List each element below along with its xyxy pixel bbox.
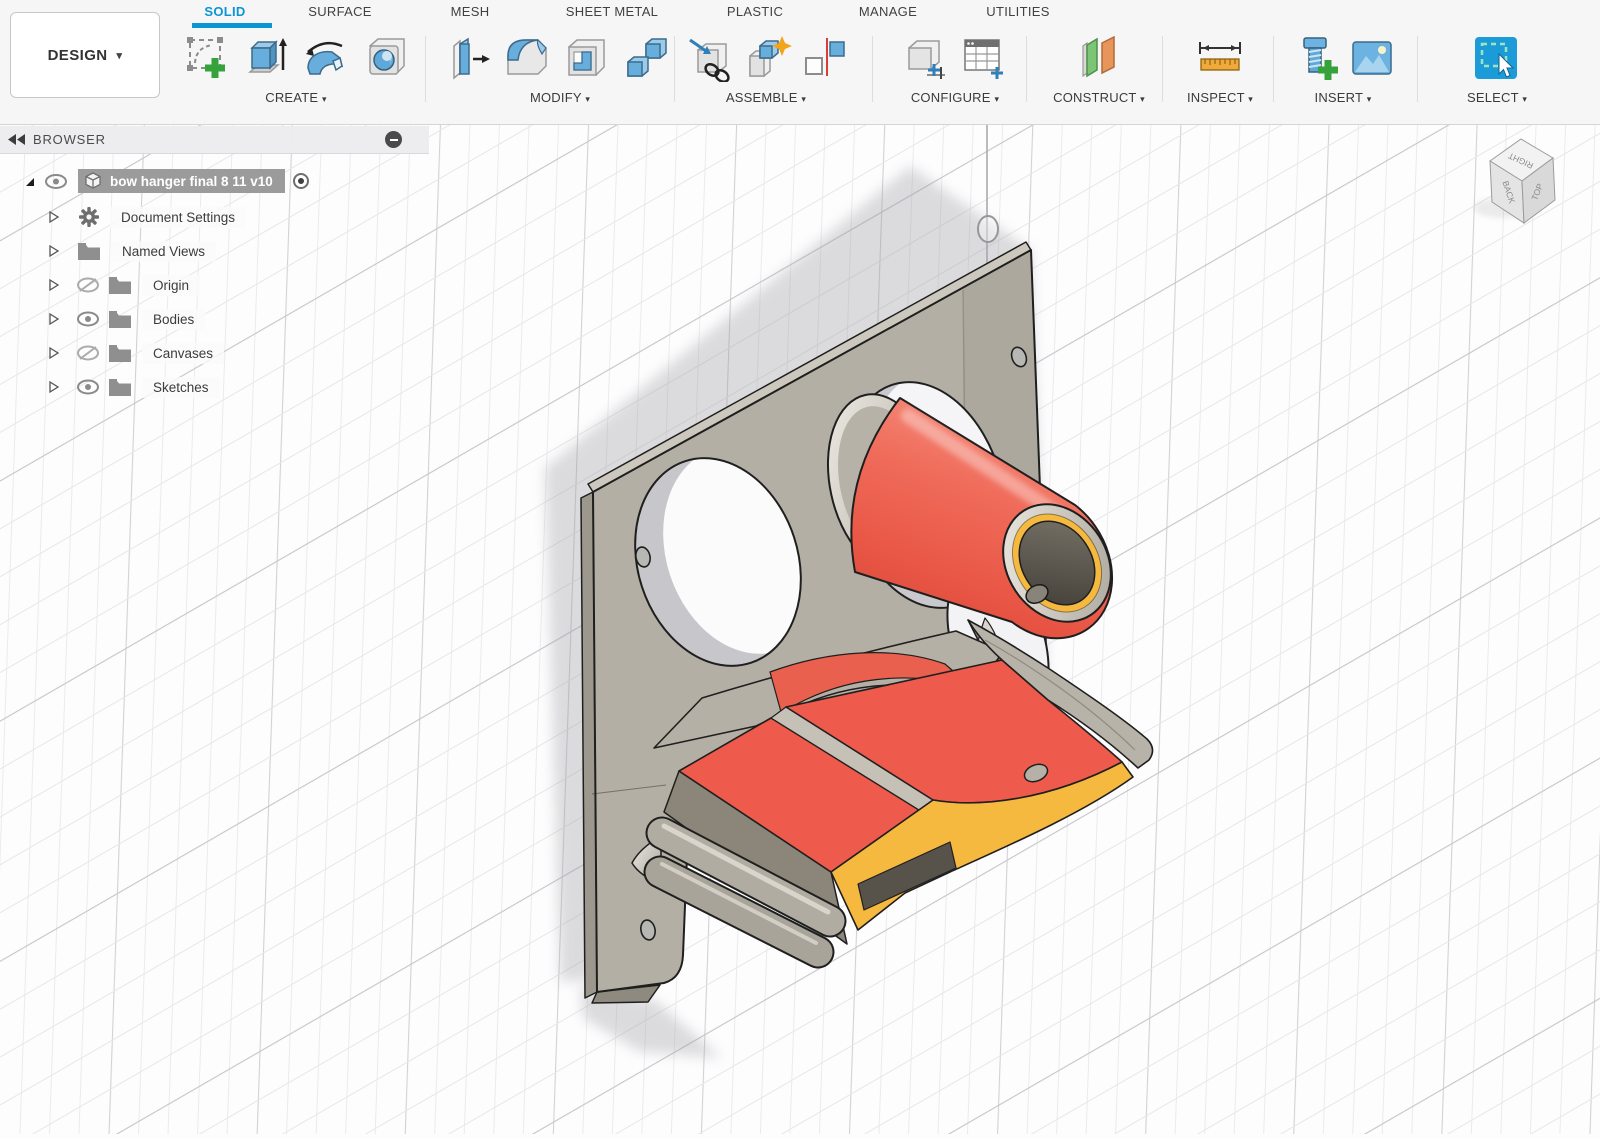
hole-icon[interactable] (362, 34, 410, 82)
insert-derive-icon[interactable] (686, 34, 734, 82)
activate-component-radio[interactable] (290, 171, 311, 191)
eye-visible-icon[interactable] (76, 311, 100, 327)
toolbar-separator (674, 36, 675, 102)
chevron-down-icon: ▾ (116, 49, 123, 62)
component-root-item[interactable]: bow hanger final 8 11 v10 (78, 169, 285, 193)
gear-icon (79, 207, 99, 227)
folder-icon (109, 310, 131, 328)
assemble-group-dropdown[interactable]: ASSEMBLE ▾ (726, 90, 806, 105)
tree-item-label[interactable]: Bodies (142, 308, 206, 330)
folder-icon (109, 344, 131, 362)
folder-icon (78, 242, 100, 260)
tab-solid[interactable]: SOLID (204, 4, 245, 19)
browser-row-bodies[interactable]: Bodies (46, 306, 206, 332)
insert-fastener-icon[interactable] (1292, 34, 1340, 82)
measure-icon[interactable] (1196, 34, 1244, 82)
tab-sheet-metal[interactable]: SHEET METAL (566, 4, 658, 19)
browser-row-origin[interactable]: Origin (46, 272, 201, 298)
eye-hidden-icon[interactable] (76, 345, 100, 361)
combine-icon[interactable] (622, 34, 670, 82)
tab-utilities[interactable]: UTILITIES (986, 4, 1049, 19)
component-cube-icon (85, 172, 101, 189)
press-pull-icon[interactable] (446, 34, 494, 82)
modify-group-dropdown[interactable]: MODIFY ▾ (530, 90, 590, 105)
tree-item-label[interactable]: Named Views (111, 240, 217, 262)
browser-title: BROWSER (33, 132, 106, 147)
browser-row-document-settings[interactable]: Document Settings (46, 204, 247, 230)
folder-icon (109, 276, 131, 294)
configuration-icon[interactable] (901, 34, 949, 82)
configuration-table-icon[interactable] (959, 34, 1007, 82)
collapse-panel-icon[interactable] (8, 134, 26, 145)
construct-group-dropdown[interactable]: CONSTRUCT ▾ (1053, 90, 1145, 105)
browser-row-canvases[interactable]: Canvases (46, 340, 225, 366)
component-root-label: bow hanger final 8 11 v10 (110, 173, 273, 189)
view-cube[interactable]: RIGHT BACK TOP (1474, 138, 1556, 224)
tab-mesh[interactable]: MESH (451, 4, 490, 19)
browser-panel: BROWSER bow hanger final 8 11 v10 Docume… (0, 126, 430, 416)
minimize-panel-button[interactable] (385, 131, 402, 148)
folder-icon (109, 378, 131, 396)
browser-row-root[interactable]: bow hanger final 8 11 v10 (22, 168, 311, 194)
toolbar-separator (1026, 36, 1027, 102)
tab-plastic[interactable]: PLASTIC (727, 4, 783, 19)
tab-manage[interactable]: MANAGE (859, 4, 917, 19)
insert-group-dropdown[interactable]: INSERT ▾ (1315, 90, 1372, 105)
browser-header[interactable]: BROWSER (0, 126, 429, 154)
select-window-icon[interactable] (1472, 34, 1520, 82)
fillet-icon[interactable] (502, 34, 550, 82)
expanded-arrow-icon[interactable] (22, 174, 36, 188)
workspace-label: DESIGN (47, 46, 108, 64)
collapsed-arrow-icon[interactable] (46, 278, 60, 292)
eye-visible-icon[interactable] (76, 379, 100, 395)
eye-visible-icon[interactable] (44, 173, 68, 189)
collapsed-arrow-icon[interactable] (46, 380, 60, 394)
browser-row-named-views[interactable]: Named Views (46, 238, 217, 264)
toolbar-separator (1162, 36, 1163, 102)
create-sketch-icon[interactable] (182, 34, 230, 82)
new-component-icon[interactable] (744, 34, 792, 82)
create-group-dropdown[interactable]: CREATE ▾ (265, 90, 327, 105)
toolbar-separator (872, 36, 873, 102)
extrude-icon[interactable] (242, 34, 290, 82)
select-group-dropdown[interactable]: SELECT ▾ (1467, 90, 1527, 105)
collapsed-arrow-icon[interactable] (46, 312, 60, 326)
shell-icon[interactable] (562, 34, 610, 82)
tree-item-label[interactable]: Sketches (142, 376, 220, 398)
toolbar-separator (425, 36, 426, 102)
construction-plane-icon[interactable] (1075, 34, 1123, 82)
configure-group-dropdown[interactable]: CONFIGURE ▾ (911, 90, 999, 105)
collapsed-arrow-icon[interactable] (46, 346, 60, 360)
tree-item-label[interactable]: Document Settings (110, 206, 247, 228)
toolbar-separator (1273, 36, 1274, 102)
tree-item-label[interactable]: Canvases (142, 342, 225, 364)
main-toolbar: DESIGN ▾ SOLID SURFACE MESH SHEET METAL … (0, 0, 1600, 125)
workspace-switcher-button[interactable]: DESIGN ▾ (10, 12, 160, 98)
collapsed-arrow-icon[interactable] (46, 210, 60, 224)
toolbar-separator (1417, 36, 1418, 102)
browser-row-sketches[interactable]: Sketches (46, 374, 220, 400)
eye-hidden-icon[interactable] (76, 277, 100, 293)
insert-image-icon[interactable] (1348, 34, 1396, 82)
joint-icon[interactable] (800, 34, 848, 82)
revolve-icon[interactable] (302, 34, 350, 82)
collapsed-arrow-icon[interactable] (46, 244, 60, 258)
tab-surface[interactable]: SURFACE (308, 4, 372, 19)
inspect-group-dropdown[interactable]: INSPECT ▾ (1187, 90, 1253, 105)
tree-item-label[interactable]: Origin (142, 274, 201, 296)
active-tab-underline (192, 23, 272, 28)
